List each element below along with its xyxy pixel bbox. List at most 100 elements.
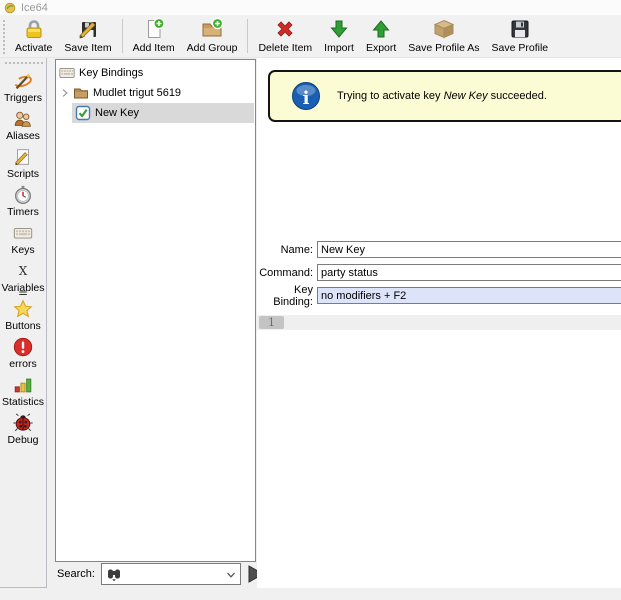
tree-item-new-key[interactable]: New Key bbox=[75, 103, 139, 123]
toolbar-button-label: Export bbox=[366, 42, 396, 54]
tree-item-label: New Key bbox=[95, 107, 139, 119]
tree-item-label: Key Bindings bbox=[79, 67, 143, 79]
command-input[interactable] bbox=[317, 264, 621, 281]
add-group-icon bbox=[200, 17, 224, 41]
info-icon: i bbox=[291, 81, 321, 111]
save-item-button[interactable]: Save Item bbox=[58, 15, 117, 57]
sidebar-item-label: Keys bbox=[11, 244, 34, 256]
add-group-button[interactable]: Add Group bbox=[181, 15, 244, 57]
command-field-row: Command: bbox=[257, 264, 621, 281]
sidebar-item-label: Aliases bbox=[6, 130, 40, 142]
toolbar-button-label: Add Group bbox=[187, 42, 238, 54]
checked-checkbox-icon[interactable] bbox=[75, 105, 91, 121]
item-tree-panel[interactable]: Key Bindings Mudlet trigut 5619 New Key bbox=[55, 59, 256, 562]
bar-chart-icon bbox=[12, 374, 34, 396]
sidebar-item-errors[interactable]: errors bbox=[9, 336, 36, 370]
sidebar-item-triggers[interactable]: Triggers bbox=[4, 70, 42, 104]
save-profile-as-button[interactable]: Save Profile As bbox=[402, 15, 485, 57]
wand-icon bbox=[12, 70, 34, 92]
save-item-icon bbox=[76, 17, 100, 41]
search-row: Search: bbox=[55, 563, 265, 585]
sidebar-item-scripts[interactable]: Scripts bbox=[7, 146, 39, 180]
keybinding-label: Key Binding: bbox=[257, 284, 313, 308]
keybinding-input[interactable] bbox=[317, 287, 621, 304]
pencil-paper-icon bbox=[12, 146, 34, 168]
chevron-right-icon[interactable] bbox=[59, 87, 71, 99]
error-icon bbox=[12, 336, 34, 358]
key-editor-panel: i Trying to activate key New Key succeed… bbox=[257, 58, 621, 588]
sidebar-item-label: Timers bbox=[7, 206, 39, 218]
import-arrow-icon bbox=[327, 17, 351, 41]
search-label: Search: bbox=[57, 568, 95, 580]
padlock-icon bbox=[22, 17, 46, 41]
sidebar-item-timers[interactable]: Timers bbox=[7, 184, 39, 218]
sidebar-drag-handle[interactable] bbox=[3, 60, 43, 66]
export-arrow-icon bbox=[369, 17, 393, 41]
toolbar-button-label: Delete Item bbox=[258, 42, 312, 54]
toolbar-button-label: Save Profile As bbox=[408, 42, 479, 54]
save-profile-button[interactable]: Save Profile bbox=[486, 15, 555, 57]
stopwatch-icon bbox=[12, 184, 34, 206]
tree-item-label: Mudlet trigut 5619 bbox=[93, 87, 181, 99]
sidebar-item-label: Scripts bbox=[7, 168, 39, 180]
delete-item-icon bbox=[273, 17, 297, 41]
keyboard-icon bbox=[12, 222, 34, 244]
keybinding-field-row: Key Binding: bbox=[257, 287, 621, 304]
package-box-icon bbox=[432, 17, 456, 41]
sidebar-item-label: Buttons bbox=[5, 320, 41, 332]
chevron-down-icon[interactable] bbox=[224, 568, 238, 582]
sidebar-item-keys[interactable]: Keys bbox=[11, 222, 34, 256]
tree-item-group[interactable]: Mudlet trigut 5619 bbox=[59, 83, 181, 103]
line-number-gutter: 1 bbox=[259, 316, 284, 329]
notification-box: i Trying to activate key New Key succeed… bbox=[268, 70, 621, 122]
code-editor-current-line[interactable]: 1 bbox=[257, 315, 621, 330]
sidebar-item-label: Debug bbox=[8, 434, 39, 446]
editor-sidebar: Triggers Aliases Scripts Timers Keys X =… bbox=[0, 58, 47, 588]
keyboard-icon bbox=[59, 65, 75, 81]
command-label: Command: bbox=[257, 267, 313, 279]
sidebar-item-debug[interactable]: Debug bbox=[8, 412, 39, 446]
sidebar-item-label: Variables bbox=[2, 282, 45, 294]
people-icon bbox=[12, 108, 34, 130]
export-button[interactable]: Export bbox=[360, 15, 402, 57]
sidebar-item-statistics[interactable]: Statistics bbox=[2, 374, 44, 408]
notification-text: Trying to activate key New Key succeeded… bbox=[337, 90, 547, 102]
tree-item-key-bindings[interactable]: Key Bindings bbox=[59, 63, 143, 83]
ladybug-icon bbox=[12, 412, 34, 434]
toolbar-button-label: Add Item bbox=[133, 42, 175, 54]
sidebar-item-buttons[interactable]: Buttons bbox=[5, 298, 41, 332]
floppy-disk-icon bbox=[508, 17, 532, 41]
title-bar: Ice64 bbox=[0, 0, 621, 15]
name-input[interactable] bbox=[317, 241, 621, 258]
name-label: Name: bbox=[257, 244, 313, 256]
window-title: Ice64 bbox=[21, 2, 48, 14]
add-item-icon bbox=[142, 17, 166, 41]
toolbar-button-label: Import bbox=[324, 42, 354, 54]
toolbar: Activate Save Item Add Item Add Group De… bbox=[0, 15, 621, 58]
mudlet-logo-icon bbox=[4, 2, 16, 14]
sidebar-item-aliases[interactable]: Aliases bbox=[6, 108, 40, 142]
name-field-row: Name: bbox=[257, 241, 621, 258]
sidebar-item-label: Triggers bbox=[4, 92, 42, 104]
toolbar-separator bbox=[247, 19, 248, 53]
binoculars-icon bbox=[105, 565, 123, 583]
folder-icon bbox=[73, 85, 89, 101]
code-editor[interactable] bbox=[257, 330, 621, 588]
notification-key-name: New Key bbox=[444, 90, 488, 102]
toolbar-button-label: Activate bbox=[15, 42, 52, 54]
toolbar-separator bbox=[122, 19, 123, 53]
activate-button[interactable]: Activate bbox=[9, 15, 58, 57]
search-input[interactable] bbox=[101, 563, 241, 585]
import-button[interactable]: Import bbox=[318, 15, 360, 57]
delete-item-button[interactable]: Delete Item bbox=[252, 15, 318, 57]
star-icon bbox=[12, 298, 34, 320]
toolbar-drag-handle[interactable] bbox=[1, 18, 7, 54]
svg-text:i: i bbox=[303, 88, 310, 109]
x-equals-icon: X = bbox=[12, 260, 34, 282]
add-item-button[interactable]: Add Item bbox=[127, 15, 181, 57]
sidebar-item-label: errors bbox=[9, 358, 36, 370]
sidebar-item-variables[interactable]: X = Variables bbox=[2, 260, 45, 294]
toolbar-button-label: Save Item bbox=[64, 42, 111, 54]
sidebar-item-label: Statistics bbox=[2, 396, 44, 408]
toolbar-button-label: Save Profile bbox=[492, 42, 549, 54]
